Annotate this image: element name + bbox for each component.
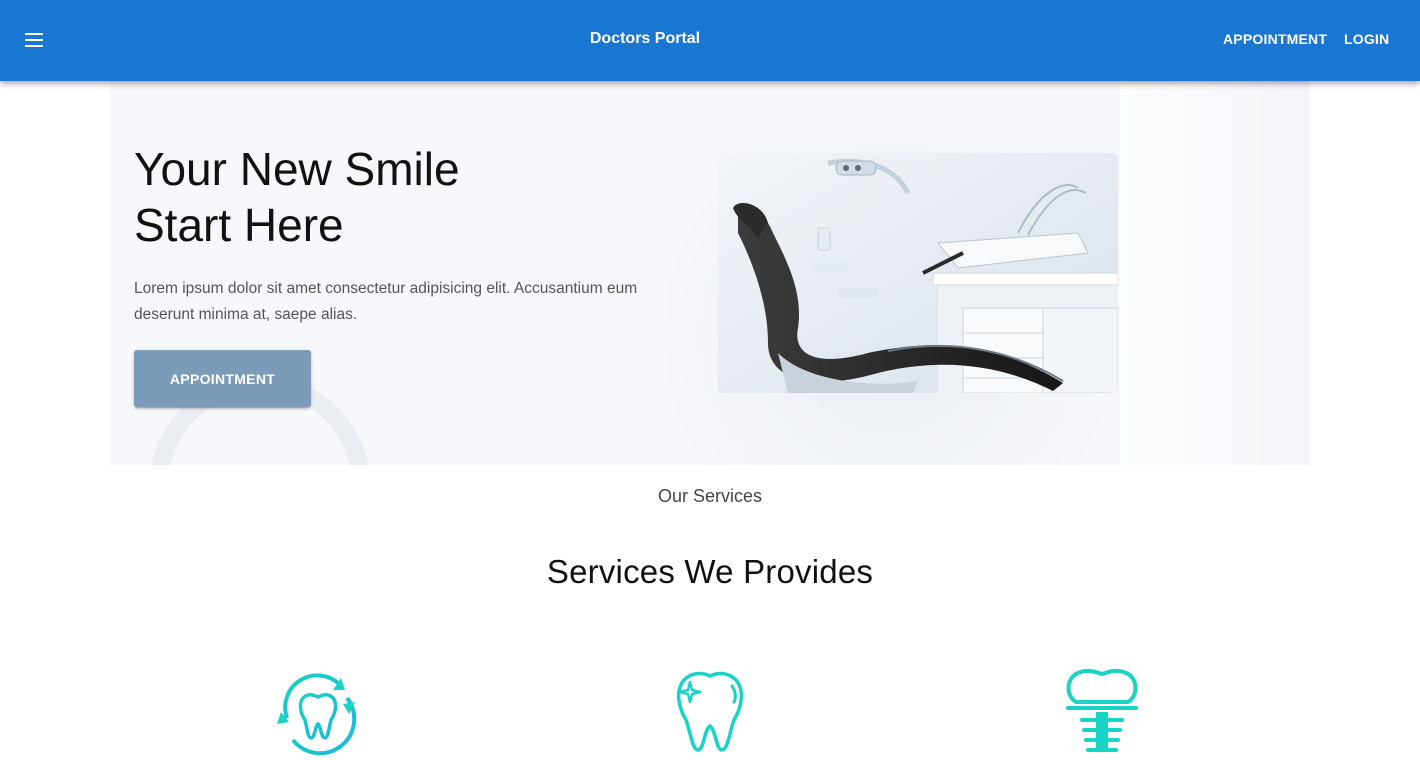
nav-login-link[interactable]: LOGIN (1344, 31, 1389, 47)
hero-appointment-button[interactable]: APPOINTMENT (134, 350, 311, 407)
brand-title[interactable]: Doctors Portal (0, 30, 1290, 48)
tooth-whitening-icon (668, 668, 752, 755)
tooth-cleaning-icon (275, 668, 359, 756)
dental-chair-image (718, 153, 1118, 393)
services-title: Services We Provides (546, 553, 874, 590)
dental-implant-icon (1060, 668, 1144, 755)
hero-description: Lorem ipsum dolor sit amet consectetur a… (134, 280, 638, 323)
app-bar: Doctors Portal APPOINTMENT LOGIN (0, 0, 1420, 81)
hero-title-line2: Start Here (134, 199, 344, 251)
nav-appointment-link[interactable]: APPOINTMENT (1223, 31, 1327, 47)
hero-title: Your New Smile Start Here (134, 141, 694, 253)
services-subtitle: Our Services (657, 486, 763, 506)
hero-background-decoration (1120, 65, 1310, 465)
hero-title-line1: Your New Smile (134, 143, 460, 195)
